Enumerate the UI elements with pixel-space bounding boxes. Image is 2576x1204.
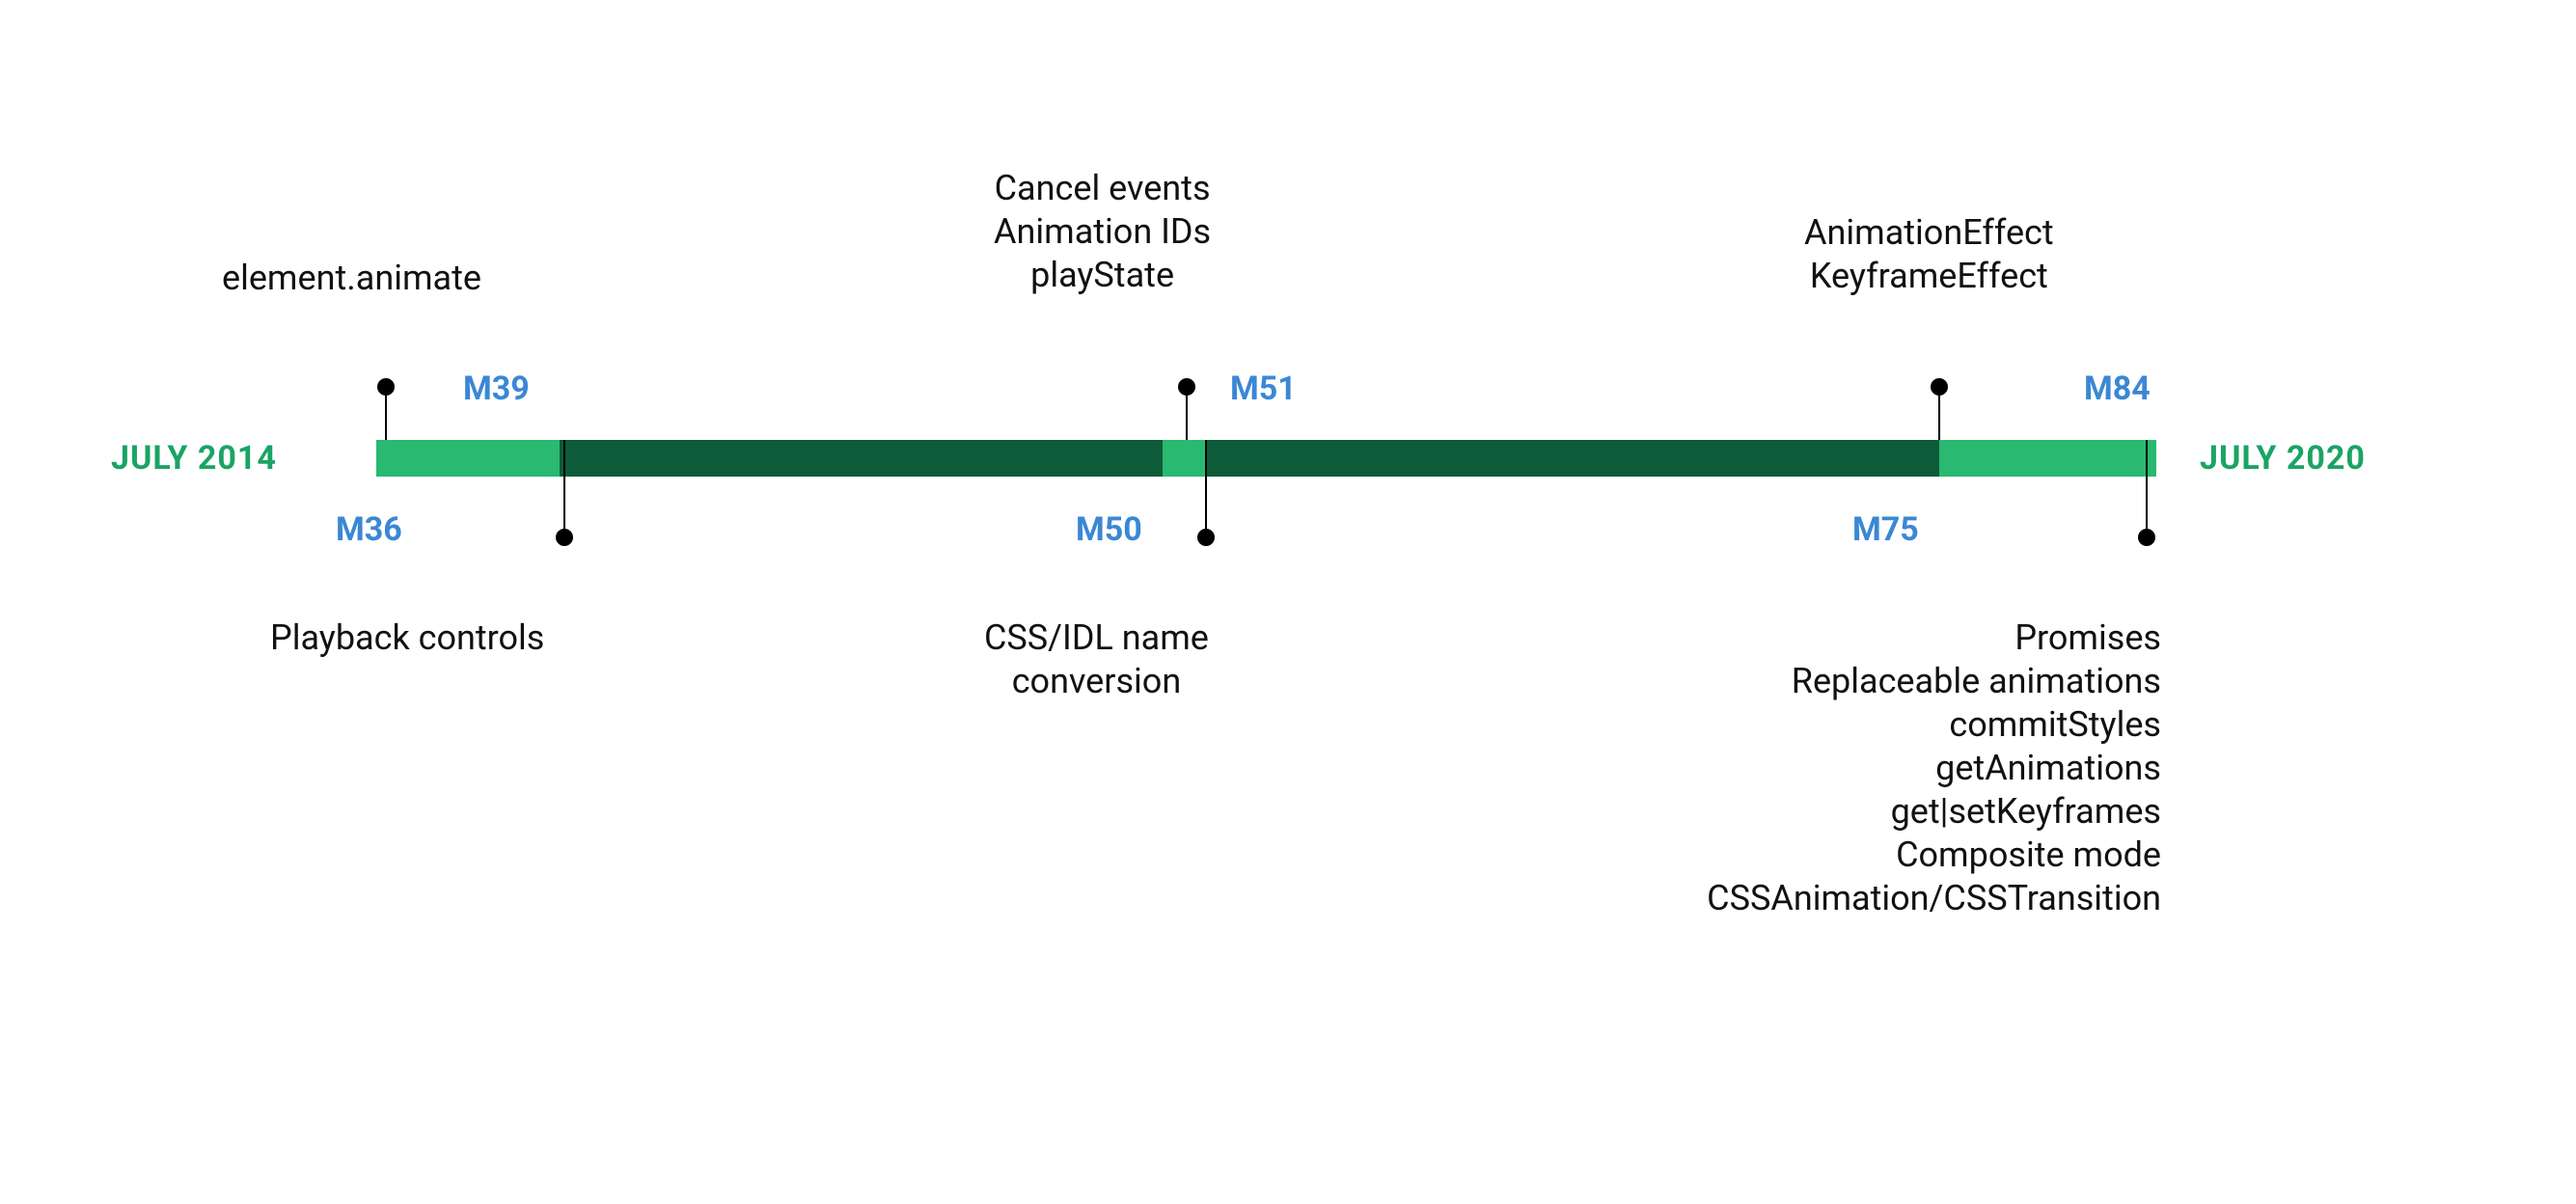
event-m51: Cancel events Animation IDs playState — [994, 167, 1211, 297]
event-m36: element.animate — [222, 257, 481, 300]
timeline-bar-seg-1 — [560, 440, 1163, 477]
event-m84-line-5: Composite mode — [1896, 835, 2161, 875]
milestone-m75: M75 — [1852, 510, 1919, 549]
event-m39: Playback controls — [270, 616, 544, 660]
event-m84: Promises Replaceable animations commitSt… — [1707, 616, 2161, 920]
event-m84-line-6: CSSAnimation/CSSTransition — [1707, 878, 2161, 918]
event-m84-line-1: Replaceable animations — [1792, 661, 2161, 701]
event-m75-line-1: KeyframeEffect — [1810, 256, 2048, 296]
event-m51-line-0: Cancel events — [995, 168, 1211, 208]
milestone-m50: M50 — [1076, 510, 1142, 549]
stem-m84 — [2146, 440, 2148, 536]
dot-m75 — [1931, 378, 1948, 396]
timeline-bar-seg-2 — [1163, 440, 1206, 477]
milestone-m36: M36 — [336, 510, 402, 549]
event-m84-line-0: Promises — [2014, 617, 2161, 658]
event-m75-line-0: AnimationEffect — [1804, 212, 2054, 253]
timeline-diagram: JULY 2014 JULY 2020 element.animate M36 … — [0, 0, 2576, 1204]
timeline-bar-seg-0 — [376, 440, 560, 477]
dot-m50 — [1197, 529, 1215, 546]
milestone-m84: M84 — [2084, 369, 2151, 408]
dot-m36 — [377, 378, 395, 396]
event-m84-line-4: get|setKeyframes — [1891, 791, 2161, 832]
event-m84-line-2: commitStyles — [1949, 704, 2161, 745]
event-m50-line-0: CSS/IDL name — [984, 617, 1209, 658]
event-m84-line-3: getAnimations — [1935, 748, 2161, 788]
event-m39-line-0: Playback controls — [270, 617, 544, 658]
stem-m50 — [1205, 440, 1207, 536]
event-m75: AnimationEffect KeyframeEffect — [1804, 211, 2054, 298]
milestone-m51: M51 — [1230, 369, 1297, 408]
dot-m84 — [2138, 529, 2155, 546]
stem-m39 — [563, 440, 565, 536]
event-m50-line-1: conversion — [1012, 661, 1182, 701]
event-m50: CSS/IDL name conversion — [984, 616, 1209, 703]
timeline-bar-seg-3 — [1206, 440, 1939, 477]
timeline-bar-seg-4 — [1939, 440, 2156, 477]
timeline-start-date: JULY 2014 — [111, 439, 277, 478]
dot-m39 — [556, 529, 573, 546]
event-m51-line-2: playState — [1030, 255, 1174, 295]
dot-m51 — [1178, 378, 1195, 396]
timeline-end-date: JULY 2020 — [2200, 439, 2366, 478]
event-m51-line-1: Animation IDs — [994, 211, 1211, 252]
milestone-m39: M39 — [463, 369, 530, 408]
event-m36-line-0: element.animate — [222, 258, 481, 298]
